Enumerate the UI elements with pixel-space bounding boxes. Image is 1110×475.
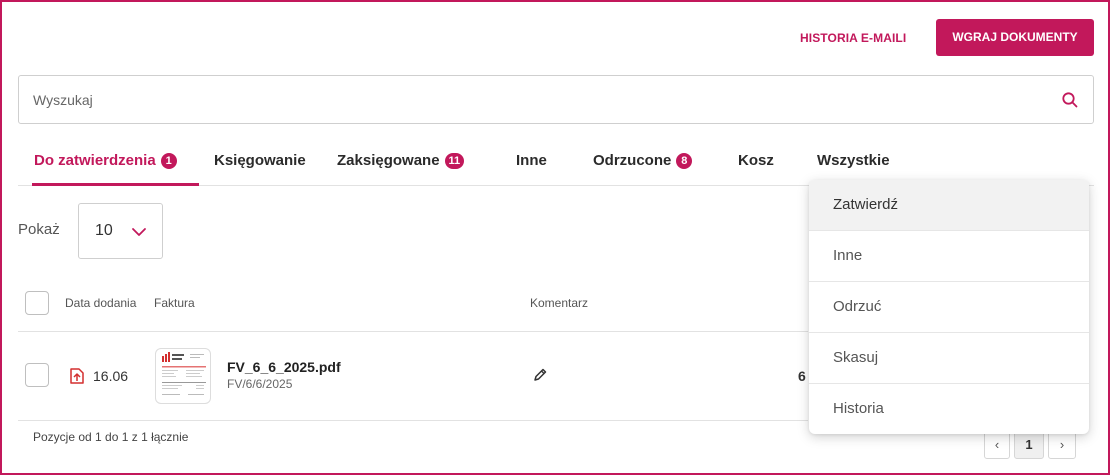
count-badge: 8 [676,153,693,169]
tab-inne[interactable]: Inne [516,152,547,186]
document-preview-icon [162,352,206,395]
email-history-link[interactable]: HISTORIA E-MAILI [800,20,906,56]
tab-odrzucone[interactable]: Odrzucone 8 [593,152,693,186]
row-divider [18,420,808,421]
count-badge: 11 [444,153,465,169]
upload-documents-button[interactable]: WGRAJ DOKUMENTY [936,19,1094,56]
pagination-summary: Pozycje od 1 do 1 z 1 łącznie [33,430,189,444]
active-tab-indicator [32,183,199,186]
pencil-icon[interactable] [532,367,548,383]
row-amount: 6 [798,368,806,384]
search-box [18,75,1094,124]
search-icon[interactable] [1061,91,1079,109]
row-checkbox[interactable] [25,363,49,387]
row-date: 16.06 [93,368,129,384]
tab-zaksiegowane[interactable]: Zaksięgowane 11 [337,152,465,186]
count-badge: 1 [160,153,177,169]
invoice-number: FV/6/6/2025 [227,377,293,391]
select-all-checkbox[interactable] [25,291,49,315]
prev-page-button[interactable]: ‹ [984,431,1010,459]
column-header-invoice[interactable]: Faktura [154,296,195,310]
tab-label: Do zatwierdzenia [34,152,156,169]
tab-label: Zaksięgowane [337,152,440,169]
page-size-value: 10 [95,222,113,239]
menu-item-reject[interactable]: Odrzuć [809,282,1089,333]
tab-label: Wszystkie [817,152,890,169]
invoice-thumbnail[interactable] [155,348,211,404]
menu-item-other[interactable]: Inne [809,231,1089,282]
invoice-file-name[interactable]: FV_6_6_2025.pdf [227,359,341,375]
pdf-upload-icon [70,368,84,384]
actions-dropdown-menu: Zatwierdź Inne Odrzuć Skasuj Historia [809,180,1089,434]
menu-item-approve[interactable]: Zatwierdź [809,180,1089,231]
tab-label: Kosz [738,152,774,169]
column-header-date[interactable]: Data dodania [65,296,136,310]
next-page-button[interactable]: › [1048,431,1076,459]
page-size-label: Pokaż [18,221,60,238]
page-number-button[interactable]: 1 [1014,431,1044,459]
page-size-select[interactable]: 10 [78,203,163,259]
tab-label: Księgowanie [214,152,306,169]
menu-item-history[interactable]: Historia [809,384,1089,434]
tab-label: Odrzucone [593,152,672,169]
search-input[interactable] [33,76,1033,123]
tab-label: Inne [516,152,547,169]
tab-do-zatwierdzenia[interactable]: Do zatwierdzenia 1 [34,152,177,186]
tab-ksiegowanie[interactable]: Księgowanie [214,152,306,186]
tab-kosz[interactable]: Kosz [738,152,774,186]
menu-item-delete[interactable]: Skasuj [809,333,1089,384]
column-header-comment[interactable]: Komentarz [530,296,588,310]
header-divider [18,331,808,332]
chevron-down-icon [132,228,146,236]
